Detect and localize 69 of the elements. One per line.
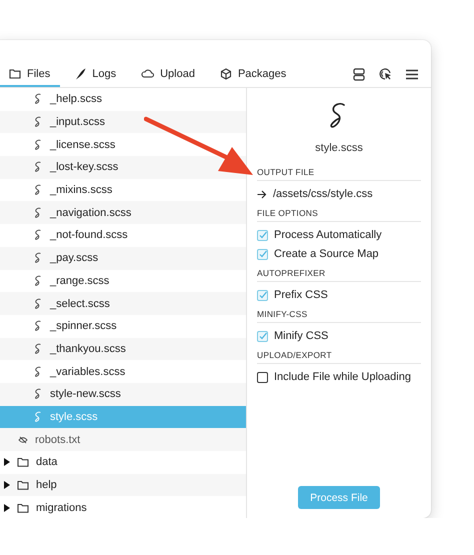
file-tree-row[interactable]: migrations — [0, 496, 246, 518]
file-tree-row[interactable]: _variables.scss — [0, 360, 246, 383]
expand-arrow-icon[interactable] — [4, 481, 10, 490]
file-tree-row[interactable]: _lost-key.scss — [0, 156, 246, 179]
sass-icon — [34, 342, 43, 355]
menu-icon[interactable] — [406, 69, 418, 80]
file-tree-row[interactable]: _navigation.scss — [0, 201, 246, 224]
checkbox[interactable] — [257, 290, 268, 300]
folder-icon — [17, 457, 29, 468]
checkbox-label: Create a Source Map — [274, 248, 379, 260]
sass-icon — [34, 320, 43, 332]
sass-icon — [34, 252, 43, 264]
section-heading: AUTOPREFIXER — [257, 268, 421, 282]
sass-icon — [34, 93, 43, 106]
feather-icon — [75, 68, 86, 80]
sass-icon — [34, 184, 43, 196]
cloud-icon — [141, 69, 154, 78]
checkbox[interactable] — [257, 248, 268, 260]
file-tree-row[interactable]: _not-found.scss — [0, 224, 246, 247]
checkbox-label: Process Automatically — [274, 229, 382, 241]
sass-icon — [34, 410, 43, 423]
file-tree-row[interactable]: style-new.scss — [0, 382, 246, 406]
file-tree-row[interactable]: robots.txt — [0, 428, 246, 451]
output-path: /assets/css/style.css — [273, 188, 373, 200]
file-tree-row[interactable]: _pay.scss — [0, 246, 246, 270]
file-tree-row[interactable]: _spinner.scss — [0, 314, 246, 338]
checkbox[interactable] — [257, 372, 268, 382]
checkbox-label: Prefix CSS — [274, 289, 328, 301]
folder-icon — [17, 502, 29, 513]
expand-arrow-icon[interactable] — [4, 458, 10, 466]
sass-icon — [34, 161, 43, 174]
checkbox-label: Include File while Uploading — [274, 371, 411, 383]
sass-icon — [34, 388, 43, 400]
file-tree-row[interactable]: help — [0, 474, 246, 496]
file-tree-row[interactable]: _range.scss — [0, 270, 246, 292]
section-heading: MINIFY-CSS — [257, 309, 421, 323]
checkbox[interactable] — [257, 330, 268, 342]
section-heading: FILE OPTIONS — [257, 208, 421, 222]
arrow-right-icon — [257, 190, 267, 198]
sass-icon — [34, 206, 43, 219]
tab[interactable]: Upload — [132, 62, 205, 87]
file-tree-row[interactable]: _license.scss — [0, 133, 246, 156]
file-tree-row[interactable]: _mixins.scss — [0, 178, 246, 202]
folder-icon — [9, 68, 21, 79]
layout-icon[interactable] — [353, 68, 365, 81]
cube-icon — [220, 68, 232, 80]
sass-icon — [34, 229, 43, 242]
sass-icon — [34, 138, 43, 151]
sass-icon — [34, 116, 43, 128]
folder-icon — [17, 480, 29, 490]
tab[interactable]: Files — [0, 62, 60, 87]
section-heading: UPLOAD/EXPORT — [257, 350, 421, 364]
tab[interactable]: Packages — [210, 62, 296, 87]
hidden-eye-icon — [18, 436, 28, 444]
sass-icon — [34, 366, 43, 378]
file-tree-row[interactable]: _select.scss — [0, 292, 246, 315]
file-tree-row[interactable]: _input.scss — [0, 110, 246, 134]
sass-icon — [34, 274, 43, 287]
checkbox-label: Minify CSS — [274, 330, 328, 342]
cursor-icon[interactable] — [379, 68, 392, 81]
file-name: style.scss — [315, 142, 363, 154]
tab[interactable]: Logs — [66, 62, 126, 87]
checkbox[interactable] — [257, 230, 268, 240]
file-tree-row[interactable]: _thankyou.scss — [0, 338, 246, 360]
file-tree-row[interactable]: _help.scss — [0, 88, 246, 111]
file-tree-row[interactable]: data — [0, 451, 246, 474]
expand-arrow-icon[interactable] — [4, 504, 10, 512]
sass-icon — [34, 298, 43, 310]
section-heading: OUTPUT FILE — [257, 167, 421, 181]
